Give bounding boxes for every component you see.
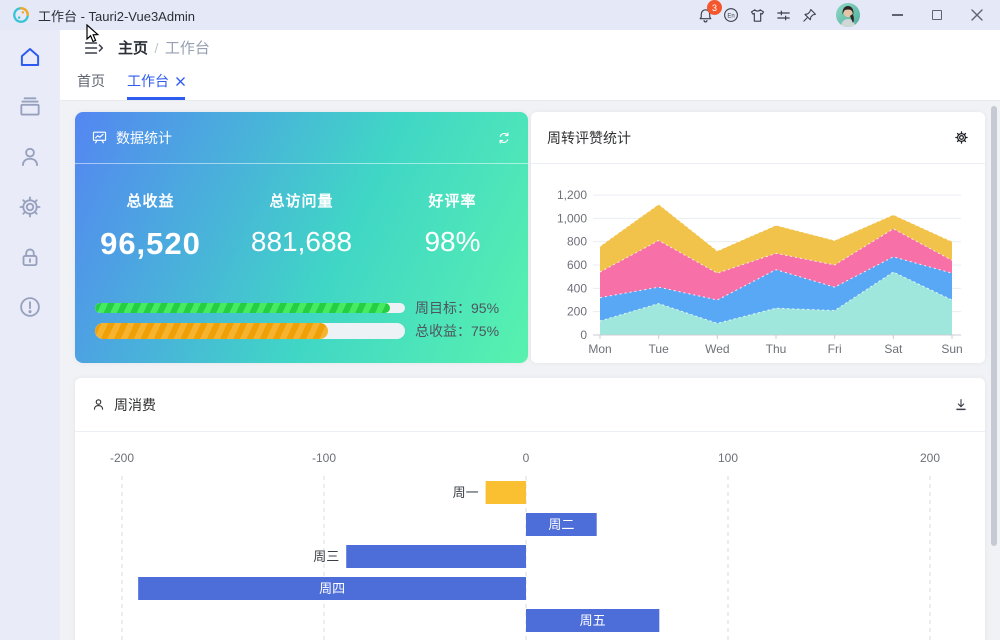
tab-workbench[interactable]: 工作台: [127, 65, 185, 100]
progress-track: [95, 303, 405, 313]
svg-text:1,000: 1,000: [557, 211, 587, 225]
alert-circle-icon: [17, 294, 43, 320]
sidebar-item-about[interactable]: [13, 292, 47, 322]
bar-周三: [346, 545, 526, 568]
svg-text:Thu: Thu: [766, 342, 787, 356]
sidebar-item-security[interactable]: [13, 242, 47, 272]
archive-box-icon: [17, 94, 43, 120]
svg-text:600: 600: [567, 258, 587, 272]
horizontal-bar-chart[interactable]: -200 -100 0 100 200 周一周二周三周四周五: [75, 432, 985, 640]
home-icon: [17, 44, 43, 70]
progress-week-goal: 周目标：95%: [95, 298, 499, 318]
progress-total-revenue: 总收益：75%: [95, 321, 499, 341]
refresh-icon[interactable]: [496, 130, 512, 146]
dashboard-board-icon: [91, 129, 108, 146]
user-icon: [17, 144, 43, 170]
breadcrumb-separator: /: [154, 40, 159, 56]
window-title: 工作台 - Tauri2-Vue3Admin: [38, 8, 196, 24]
tab-home[interactable]: 首页: [77, 65, 105, 100]
area-chart-card: 周转评赞统计 0 200 400 600 800 1,000 1,200 Mon Tue Wed T…: [531, 112, 985, 363]
svg-text:Tue: Tue: [649, 342, 670, 356]
svg-text:200: 200: [920, 451, 940, 465]
svg-text:0: 0: [580, 328, 587, 342]
svg-text:En: En: [727, 14, 734, 20]
svg-text:周三: 周三: [313, 549, 339, 564]
area-card-header: 周转评赞统计: [531, 112, 985, 164]
progress-track: [95, 323, 405, 339]
svg-text:-100: -100: [312, 451, 336, 465]
tab-close-icon[interactable]: [176, 76, 185, 86]
pin-button[interactable]: [796, 2, 822, 28]
stat-positive-rate: 好评率 98%: [424, 193, 481, 257]
svg-text:Fri: Fri: [828, 342, 842, 356]
sidebar-item-archive[interactable]: [13, 92, 47, 122]
titlebar: 工作台 - Tauri2-Vue3Admin 3 En: [0, 0, 1000, 30]
svg-text:800: 800: [567, 235, 587, 249]
settings-sliders-button[interactable]: [770, 2, 796, 28]
sidebar-item-home[interactable]: [13, 42, 47, 72]
user-avatar[interactable]: [836, 3, 860, 27]
stats-card: 数据统计 总收益 96,520 总访问量 881,688 好评率 98% 周目标…: [75, 112, 528, 363]
notifications-button[interactable]: 3: [692, 0, 722, 28]
breadcrumb-home[interactable]: 主页: [118, 40, 148, 57]
sidebar: [0, 30, 60, 640]
app-logo-icon: [12, 6, 30, 24]
svg-text:周二: 周二: [548, 517, 574, 532]
stat-total-visits: 总访问量 881,688: [250, 193, 353, 257]
progress-fill: [95, 323, 328, 339]
topbar: 主页 / 工作台: [60, 30, 1000, 65]
maximize-button[interactable]: [922, 2, 952, 28]
progress-label: 周目标：95%: [415, 300, 500, 316]
svg-text:400: 400: [567, 281, 587, 295]
stats-card-title: 数据统计: [116, 129, 172, 146]
person-icon: [91, 397, 106, 412]
tab-bar: 首页 工作台: [60, 65, 1000, 101]
bar-card-header: 周消费: [75, 378, 985, 432]
gear-icon: [17, 194, 43, 220]
gear-icon[interactable]: [954, 130, 969, 145]
svg-text:Sat: Sat: [884, 342, 903, 356]
stat-total-revenue: 总收益 96,520: [100, 193, 201, 261]
breadcrumb-current: 工作台: [164, 40, 210, 57]
lock-icon: [17, 244, 43, 270]
theme-button[interactable]: [744, 2, 770, 28]
breadcrumb: 主页 / 工作台: [118, 37, 210, 58]
svg-text:Sun: Sun: [941, 342, 962, 356]
area-card-title: 周转评赞统计: [547, 129, 631, 146]
bar-chart-card: 周消费 -200 -100 0 100 200 周一周二周三周四周五: [75, 378, 985, 640]
download-icon[interactable]: [953, 397, 969, 413]
svg-text:周一: 周一: [453, 485, 479, 500]
stats-row: 总收益 96,520 总访问量 881,688 好评率 98%: [75, 190, 528, 262]
sidebar-item-settings[interactable]: [13, 192, 47, 222]
sidebar-fold-button[interactable]: [84, 39, 104, 57]
svg-text:周四: 周四: [319, 581, 345, 596]
app-window: 工作台 - Tauri2-Vue3Admin 3 En 主页 / 工作台 首页 …: [0, 0, 1000, 640]
stats-card-header: 数据统计: [75, 112, 528, 164]
language-button[interactable]: En: [718, 2, 744, 28]
progress-fill: [95, 303, 390, 313]
progress-label: 总收益：75%: [415, 323, 500, 339]
close-button[interactable]: [962, 2, 992, 28]
svg-text:Mon: Mon: [588, 342, 611, 356]
svg-text:周五: 周五: [580, 613, 606, 628]
svg-text:Wed: Wed: [705, 342, 729, 356]
minimize-button[interactable]: [882, 2, 912, 28]
bar-周一: [485, 481, 526, 504]
stacked-area-chart[interactable]: 0 200 400 600 800 1,000 1,200 Mon Tue Wed Thu Fri Sa…: [541, 182, 975, 362]
svg-text:1,200: 1,200: [557, 188, 587, 202]
svg-text:0: 0: [523, 451, 530, 465]
bar-card-title: 周消费: [114, 396, 156, 413]
scrollbar-thumb[interactable]: [991, 106, 997, 546]
svg-text:100: 100: [718, 451, 738, 465]
svg-text:200: 200: [567, 305, 587, 319]
sidebar-item-users[interactable]: [13, 142, 47, 172]
svg-text:-200: -200: [110, 451, 134, 465]
